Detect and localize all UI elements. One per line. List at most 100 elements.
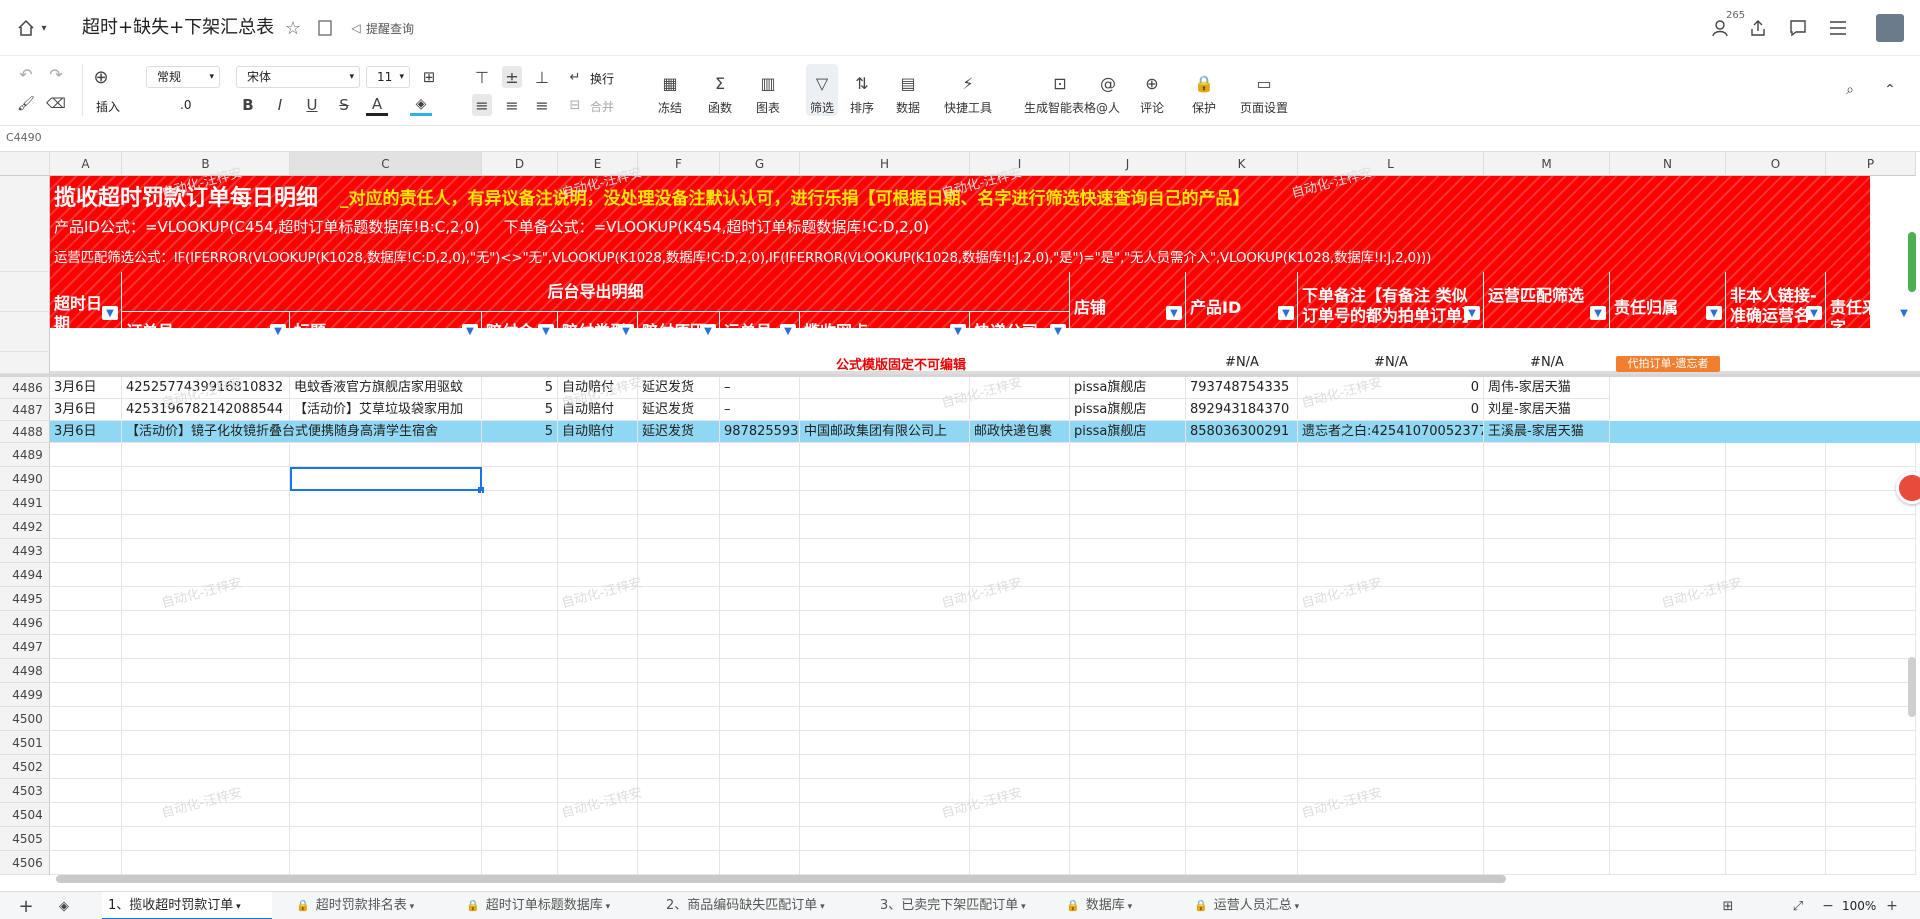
empty-cell[interactable]: [558, 827, 638, 851]
empty-cell[interactable]: [1610, 803, 1726, 827]
empty-cell[interactable]: [1298, 515, 1484, 539]
empty-cell[interactable]: [1826, 731, 1916, 755]
row-header-3[interactable]: [0, 312, 50, 352]
empty-cell[interactable]: [1070, 707, 1186, 731]
empty-cell[interactable]: [1726, 707, 1826, 731]
select-all-corner[interactable]: [0, 152, 50, 176]
cell-a[interactable]: 3月6日: [50, 421, 122, 443]
empty-cell[interactable]: [1186, 491, 1298, 515]
empty-cell[interactable]: [1298, 635, 1484, 659]
chevron-down-icon[interactable]: ▾: [603, 902, 611, 912]
empty-cell[interactable]: [1484, 827, 1610, 851]
cell-i[interactable]: [970, 399, 1070, 421]
merge-label[interactable]: 合并: [590, 98, 614, 115]
align-center-icon[interactable]: ≡: [502, 94, 522, 116]
empty-cell[interactable]: [1070, 491, 1186, 515]
cell-d[interactable]: 5: [482, 377, 558, 399]
empty-cell[interactable]: [1070, 443, 1186, 467]
empty-cell[interactable]: [970, 611, 1070, 635]
search-icon[interactable]: ⌕: [1840, 80, 1860, 100]
filter-icon[interactable]: ▼: [1806, 306, 1822, 320]
empty-cell[interactable]: [800, 659, 970, 683]
align-top-icon[interactable]: ⊤: [472, 66, 492, 88]
empty-cell[interactable]: [1726, 731, 1826, 755]
empty-cell[interactable]: [1186, 803, 1298, 827]
column-header-A[interactable]: A: [50, 152, 122, 176]
empty-cell[interactable]: [1070, 851, 1186, 875]
function-button[interactable]: Σ 函数: [708, 64, 732, 116]
empty-cell[interactable]: [558, 491, 638, 515]
row-header[interactable]: 4492: [0, 515, 50, 539]
empty-cell[interactable]: [1484, 443, 1610, 467]
sheet-tab[interactable]: 3、已卖完下架匹配订单 ▾: [880, 892, 1050, 919]
empty-cell[interactable]: [1726, 563, 1826, 587]
cell-d[interactable]: 5: [482, 399, 558, 421]
empty-cell[interactable]: [482, 539, 558, 563]
empty-cell[interactable]: [970, 467, 1070, 491]
empty-cell[interactable]: [1298, 731, 1484, 755]
empty-cell[interactable]: [50, 587, 122, 611]
empty-cell[interactable]: [1298, 779, 1484, 803]
empty-cell[interactable]: [970, 683, 1070, 707]
comment-add-button[interactable]: ⊕ 评论: [1140, 64, 1164, 116]
empty-cell[interactable]: [482, 731, 558, 755]
column-header-P[interactable]: P: [1826, 152, 1916, 176]
row-header[interactable]: 4500: [0, 707, 50, 731]
empty-cell[interactable]: [1484, 707, 1610, 731]
empty-cell[interactable]: [122, 827, 290, 851]
empty-cell[interactable]: [1610, 707, 1726, 731]
empty-cell[interactable]: [50, 755, 122, 779]
empty-cell[interactable]: [1610, 779, 1726, 803]
empty-cell[interactable]: [800, 611, 970, 635]
empty-cell[interactable]: [1610, 587, 1726, 611]
cell-d[interactable]: 5: [482, 421, 558, 443]
cell-b[interactable]: 4253196782142088544: [122, 399, 290, 421]
empty-cell[interactable]: [1826, 803, 1916, 827]
empty-cell[interactable]: [1484, 611, 1610, 635]
empty-cell[interactable]: [1186, 611, 1298, 635]
empty-cell[interactable]: [122, 563, 290, 587]
collapse-toolbar-icon[interactable]: ⌃: [1880, 80, 1900, 100]
filter-button[interactable]: ▽ 筛选: [806, 64, 839, 116]
wrap-label[interactable]: 换行: [590, 70, 614, 87]
empty-cell[interactable]: [122, 683, 290, 707]
zoom-level[interactable]: 100%: [1842, 892, 1876, 919]
row-header-4[interactable]: [0, 352, 50, 374]
row-header[interactable]: 4489: [0, 443, 50, 467]
filter-icon[interactable]: ▼: [1166, 306, 1182, 320]
empty-cell[interactable]: [720, 707, 800, 731]
chevron-down-icon[interactable]: ▾: [38, 16, 50, 40]
empty-cell[interactable]: [1610, 755, 1726, 779]
filter-icon[interactable]: ▼: [270, 324, 286, 338]
empty-cell[interactable]: [1484, 851, 1610, 875]
empty-cell[interactable]: [1186, 755, 1298, 779]
chevron-down-icon[interactable]: ▾: [1018, 902, 1026, 912]
empty-cell[interactable]: [1826, 515, 1916, 539]
empty-cell[interactable]: [1070, 755, 1186, 779]
empty-cell[interactable]: [1186, 683, 1298, 707]
column-header-O[interactable]: O: [1726, 152, 1826, 176]
empty-cell[interactable]: [558, 587, 638, 611]
cell-reference[interactable]: C4490: [6, 131, 42, 144]
filter-icon[interactable]: ▼: [1464, 306, 1480, 320]
cell-m[interactable]: 刘星-家居天猫: [1484, 399, 1610, 421]
empty-cell[interactable]: [50, 563, 122, 587]
row-header[interactable]: 4496: [0, 611, 50, 635]
floating-assistant-button[interactable]: [1896, 472, 1920, 504]
formula-input[interactable]: [60, 126, 1920, 152]
empty-cell[interactable]: [482, 803, 558, 827]
empty-cell[interactable]: [50, 779, 122, 803]
empty-cell[interactable]: [50, 539, 122, 563]
filter-icon[interactable]: ▼: [780, 324, 796, 338]
empty-cell[interactable]: [638, 755, 720, 779]
empty-cell[interactable]: [638, 587, 720, 611]
empty-cell[interactable]: [290, 803, 482, 827]
empty-cell[interactable]: [1826, 587, 1916, 611]
empty-cell[interactable]: [1610, 611, 1726, 635]
grid-view-icon[interactable]: ⊞: [1718, 896, 1738, 916]
empty-cell[interactable]: [1484, 491, 1610, 515]
empty-cell[interactable]: [970, 659, 1070, 683]
column-header-K[interactable]: K: [1186, 152, 1298, 176]
empty-cell[interactable]: [720, 491, 800, 515]
empty-cell[interactable]: [122, 803, 290, 827]
